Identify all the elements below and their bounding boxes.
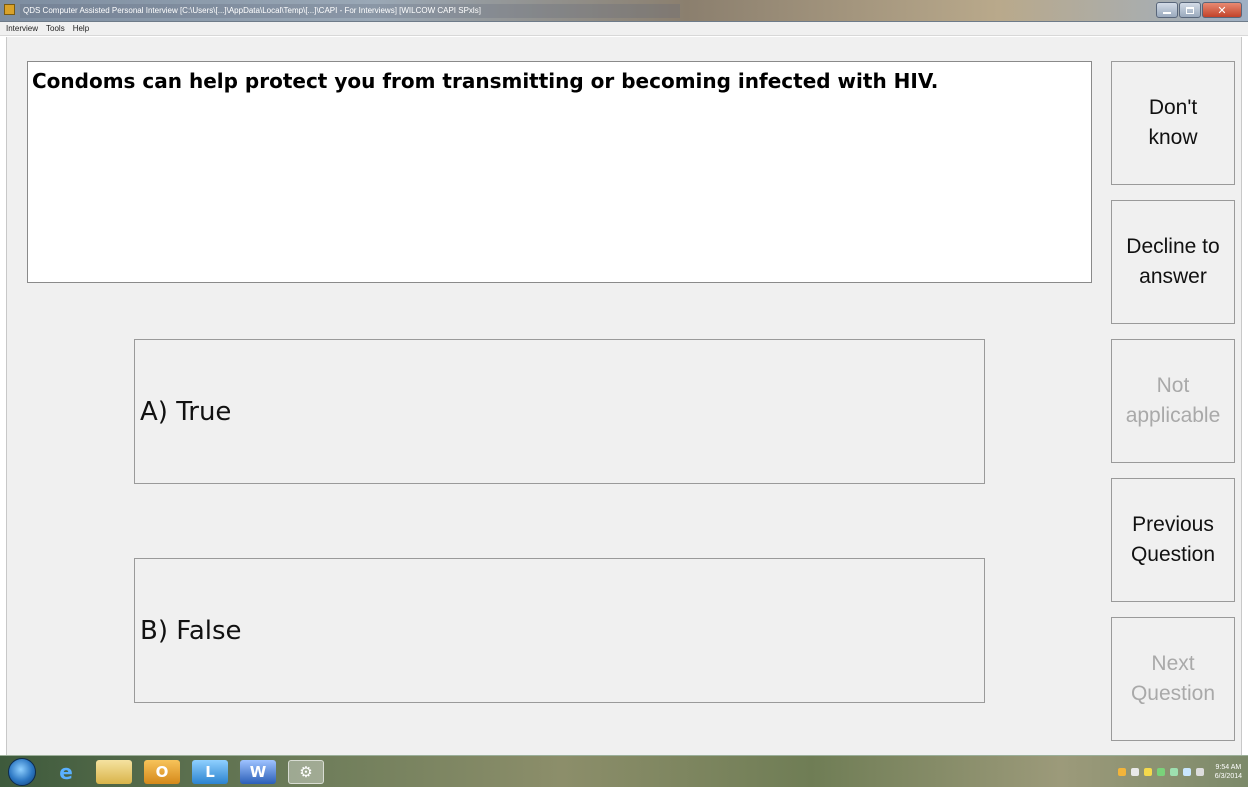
outlook-icon[interactable]: O <box>144 760 180 784</box>
previous-question-button[interactable]: Previous Question <box>1111 478 1235 602</box>
button-label: Next Question <box>1130 652 1216 705</box>
minimize-icon <box>1163 12 1171 14</box>
answer-label: A) True <box>140 396 232 427</box>
taskbar-clock[interactable]: 9:54 AM 6/3/2014 <box>1215 763 1242 781</box>
window-controls: ✕ <box>1156 2 1242 19</box>
menu-tools[interactable]: Tools <box>46 22 65 35</box>
clock-time: 9:54 AM <box>1215 764 1242 771</box>
system-tray: 9:54 AM 6/3/2014 <box>1117 759 1242 785</box>
button-label: Don't know <box>1148 96 1198 149</box>
tray-volume-icon[interactable] <box>1195 768 1204 776</box>
generic-app-icon[interactable]: ⚙ <box>288 760 324 784</box>
answer-option-false[interactable]: B) False <box>134 558 985 703</box>
tray-network-icon[interactable] <box>1156 768 1165 776</box>
close-button[interactable]: ✕ <box>1202 2 1242 18</box>
dont-know-button[interactable]: Don't know <box>1111 61 1235 185</box>
app-icon <box>4 4 15 15</box>
button-label: Not applicable <box>1125 374 1221 427</box>
window-title: QDS Computer Assisted Personal Interview… <box>20 4 680 18</box>
file-explorer-icon[interactable] <box>96 760 132 784</box>
lync-icon[interactable]: L <box>192 760 228 784</box>
tray-sync-icon[interactable] <box>1169 768 1178 776</box>
tray-chevron-icon[interactable] <box>1130 768 1139 776</box>
next-question-button[interactable]: Next Question <box>1111 617 1235 741</box>
interview-panel: Condoms can help protect you from transm… <box>6 37 1242 755</box>
internet-explorer-icon[interactable]: e <box>48 760 84 784</box>
not-applicable-button[interactable]: Not applicable <box>1111 339 1235 463</box>
start-button[interactable] <box>8 758 36 786</box>
minimize-button[interactable] <box>1156 2 1178 18</box>
menu-help[interactable]: Help <box>73 22 89 35</box>
menu-interview[interactable]: Interview <box>6 22 38 35</box>
button-label: Previous Question <box>1130 513 1216 566</box>
window-title-bar: QDS Computer Assisted Personal Interview… <box>0 0 1248 22</box>
maximize-button[interactable] <box>1179 2 1201 18</box>
button-label: Decline to answer <box>1126 235 1220 288</box>
answer-label: B) False <box>140 615 242 646</box>
clock-date: 6/3/2014 <box>1214 773 1242 780</box>
decline-to-answer-button[interactable]: Decline to answer <box>1111 200 1235 324</box>
question-text: Condoms can help protect you from transm… <box>32 69 939 93</box>
menu-bar: Interview Tools Help <box>0 22 1248 36</box>
tray-app-icon[interactable] <box>1117 768 1126 776</box>
answer-option-true[interactable]: A) True <box>134 339 985 484</box>
taskbar: e O L W ⚙ 9:54 AM 6/3/2014 <box>0 755 1248 787</box>
question-box: Condoms can help protect you from transm… <box>27 61 1092 283</box>
close-icon: ✕ <box>1217 3 1227 17</box>
word-icon[interactable]: W <box>240 760 276 784</box>
tray-flag-icon[interactable] <box>1143 768 1152 776</box>
maximize-icon <box>1186 6 1194 14</box>
tray-power-icon[interactable] <box>1182 768 1191 776</box>
